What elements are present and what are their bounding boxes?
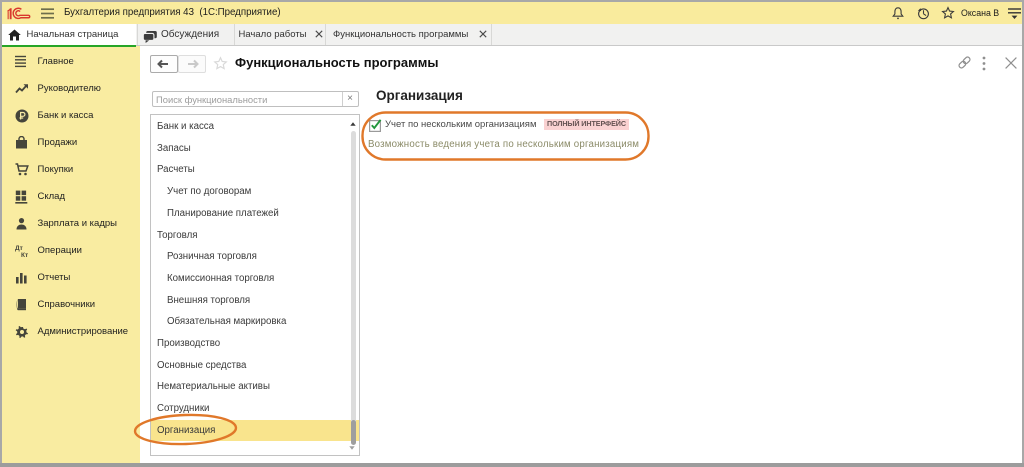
svg-text:Кт: Кт — [21, 252, 28, 258]
svg-text:Дт: Дт — [15, 245, 23, 252]
